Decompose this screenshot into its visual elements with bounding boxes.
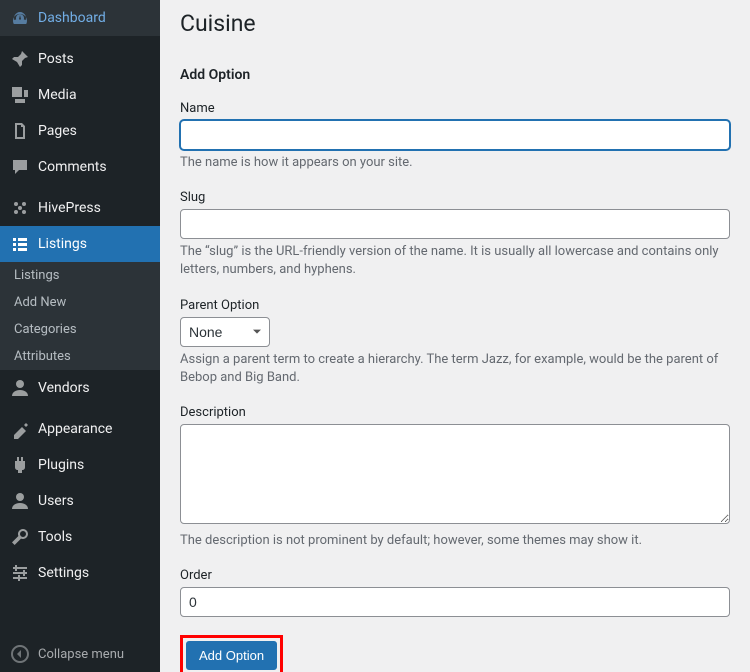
menu-item-users[interactable]: Users (0, 483, 160, 519)
plugins-icon (10, 455, 30, 475)
menu-label: Plugins (38, 457, 84, 473)
menu-label: Comments (38, 159, 107, 175)
menu-item-vendors[interactable]: Vendors (0, 370, 160, 406)
field-name: Name The name is how it appears on your … (180, 101, 730, 172)
submenu-item-add-new[interactable]: Add New (0, 289, 160, 316)
menu-item-hivepress[interactable]: HivePress (0, 190, 160, 226)
menu-item-listings[interactable]: Listings (0, 226, 160, 262)
hivepress-icon (10, 198, 30, 218)
submit-highlight: Add Option (180, 635, 283, 672)
menu-label: Users (38, 493, 74, 509)
menu-label: Pages (38, 123, 77, 139)
parent-desc: Assign a parent term to create a hierarc… (180, 351, 730, 387)
submenu-item-attributes[interactable]: Attributes (0, 343, 160, 370)
main-content: Cuisine Add Option Name The name is how … (160, 0, 750, 672)
description-desc: The description is not prominent by defa… (180, 532, 730, 550)
pin-icon (10, 49, 30, 69)
description-textarea[interactable] (180, 424, 730, 524)
menu-item-appearance[interactable]: Appearance (0, 411, 160, 447)
section-title: Add Option (180, 67, 730, 83)
menu-label: HivePress (38, 200, 101, 216)
menu-item-media[interactable]: Media (0, 77, 160, 113)
slug-desc: The “slug” is the URL-friendly version o… (180, 243, 730, 279)
settings-icon (10, 563, 30, 583)
menu-item-tools[interactable]: Tools (0, 519, 160, 555)
parent-label: Parent Option (180, 298, 730, 313)
field-slug: Slug The “slug” is the URL-friendly vers… (180, 190, 730, 279)
pages-icon (10, 121, 30, 141)
slug-label: Slug (180, 190, 730, 205)
dashboard-icon (10, 8, 30, 28)
menu-item-plugins[interactable]: Plugins (0, 447, 160, 483)
listings-icon (10, 234, 30, 254)
tools-icon (10, 527, 30, 547)
menu-item-dashboard[interactable]: Dashboard (0, 0, 160, 36)
name-desc: The name is how it appears on your site. (180, 154, 730, 172)
collapse-icon (10, 644, 30, 664)
name-label: Name (180, 101, 730, 116)
description-label: Description (180, 405, 730, 420)
menu-item-posts[interactable]: Posts (0, 41, 160, 77)
vendors-icon (10, 378, 30, 398)
order-input[interactable] (180, 587, 730, 617)
menu-label: Listings (38, 236, 87, 252)
slug-input[interactable] (180, 209, 730, 239)
menu-label: Vendors (38, 380, 90, 396)
comments-icon (10, 157, 30, 177)
field-order: Order (180, 568, 730, 617)
menu-item-comments[interactable]: Comments (0, 149, 160, 185)
collapse-menu[interactable]: Collapse menu (0, 636, 160, 672)
menu-label: Media (38, 87, 77, 103)
appearance-icon (10, 419, 30, 439)
collapse-label: Collapse menu (38, 647, 124, 662)
menu-label: Appearance (38, 421, 112, 437)
parent-select[interactable]: None (180, 317, 270, 347)
users-icon (10, 491, 30, 511)
page-title: Cuisine (180, 10, 730, 37)
submenu-item-listings[interactable]: Listings (0, 262, 160, 289)
menu-label: Tools (38, 529, 72, 545)
menu-item-settings[interactable]: Settings (0, 555, 160, 591)
field-description: Description The description is not promi… (180, 405, 730, 550)
media-icon (10, 85, 30, 105)
menu-label: Dashboard (38, 10, 106, 26)
field-parent: Parent Option None Assign a parent term … (180, 298, 730, 387)
order-label: Order (180, 568, 730, 583)
menu-item-pages[interactable]: Pages (0, 113, 160, 149)
add-option-button[interactable]: Add Option (186, 641, 277, 670)
menu-label: Posts (38, 51, 74, 67)
name-input[interactable] (180, 120, 730, 150)
submenu-listings: Listings Add New Categories Attributes (0, 262, 160, 370)
submenu-item-categories[interactable]: Categories (0, 316, 160, 343)
menu-label: Settings (38, 565, 89, 581)
admin-sidebar: Dashboard Posts Media Pages Comments Hiv… (0, 0, 160, 672)
